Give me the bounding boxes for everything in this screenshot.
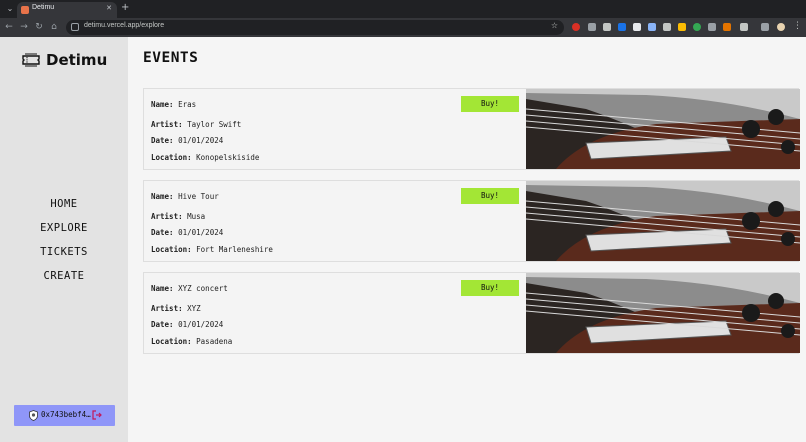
app-viewport: Detimu HOME EXPLORE TICKETS CREATE 0x743… [0,37,806,442]
artist-label: Artist: [151,120,183,129]
nav-create[interactable]: CREATE [0,266,128,290]
profile-avatar[interactable] [777,23,785,31]
favicon-icon [21,6,29,14]
event-location-row: Location: Konopelskiside [151,153,259,162]
home-icon[interactable]: ⌂ [48,21,60,33]
browser-tabstrip: ⌄ Detimu ✕ + [0,0,806,18]
event-location-row: Location: Pasadena [151,337,232,346]
wallet-address: 0x743bebf4… [41,410,91,419]
extension-icon[interactable] [723,23,731,31]
event-date-row: Date: 01/01/2024 [151,136,223,145]
nav-tickets[interactable]: TICKETS [0,242,128,266]
event-image [526,181,800,261]
page-title: EVENTS [143,50,199,66]
extension-icon[interactable] [693,23,701,31]
wallet-shield-icon [29,410,38,421]
event-date: 01/01/2024 [178,320,224,329]
site-info-icon[interactable] [71,23,79,31]
event-name-row: Name: XYZ concert [151,284,228,293]
extension-icon[interactable] [572,23,580,31]
name-label: Name: [151,192,174,201]
event-name-row: Name: Eras [151,100,196,109]
event-card: Name: Eras Artist: Taylor Swift Date: 01… [143,88,800,170]
event-artist: Musa [187,212,206,221]
tab-search-icon[interactable]: ⌄ [4,3,16,15]
event-artist-row: Artist: Musa [151,212,205,221]
bookmark-star-icon[interactable]: ☆ [551,21,558,30]
tab-title: Detimu [32,4,55,11]
buy-button[interactable]: Buy! [461,188,519,204]
event-image [526,273,800,353]
extension-icon[interactable] [618,23,626,31]
location-label: Location: [151,337,192,346]
extension-icon[interactable] [678,23,686,31]
buy-button[interactable]: Buy! [461,96,519,112]
event-date-row: Date: 01/01/2024 [151,228,223,237]
reload-icon[interactable]: ↻ [33,21,45,33]
name-label: Name: [151,284,174,293]
event-artist: XYZ [187,304,201,313]
url-text: detimu.vercel.app/explore [84,22,165,29]
event-name-row: Name: Hive Tour [151,192,219,201]
browser-toolbar: ← → ↻ ⌂ detimu.vercel.app/explore ☆ ⋮ [0,18,806,37]
buy-button[interactable]: Buy! [461,280,519,296]
event-date: 01/01/2024 [178,228,224,237]
event-date: 01/01/2024 [178,136,224,145]
date-label: Date: [151,320,174,329]
main-content: EVENTS Name: Eras Artist: Taylor Swift D… [143,37,806,442]
nav-explore[interactable]: EXPLORE [0,218,128,242]
artist-label: Artist: [151,304,183,313]
event-location: Konopelskiside [196,153,260,162]
location-label: Location: [151,245,192,254]
artist-label: Artist: [151,212,183,221]
browser-tab[interactable]: Detimu ✕ [17,2,117,18]
event-name: Eras [178,100,197,109]
event-artist: Taylor Swift [187,120,242,129]
address-bar[interactable]: detimu.vercel.app/explore ☆ [66,20,564,35]
ticket-logo-icon [22,53,40,67]
event-name: XYZ concert [178,284,228,293]
extension-icon[interactable] [663,23,671,31]
wallet-button[interactable]: 0x743bebf4… [14,405,115,426]
date-label: Date: [151,228,174,237]
event-location: Fort Marleneshire [196,245,273,254]
location-label: Location: [151,153,192,162]
event-artist-row: Artist: XYZ [151,304,201,313]
event-name: Hive Tour [178,192,219,201]
close-tab-icon[interactable]: ✕ [106,4,112,12]
main-nav: HOME EXPLORE TICKETS CREATE [0,194,128,290]
back-icon[interactable]: ← [3,21,15,33]
sidepanel-icon[interactable] [761,23,769,31]
extension-icon[interactable] [588,23,596,31]
forward-icon[interactable]: → [18,21,30,33]
event-image [526,89,800,169]
extension-icon[interactable] [708,23,716,31]
date-label: Date: [151,136,174,145]
extension-icon[interactable] [603,23,611,31]
logo[interactable]: Detimu [22,50,107,70]
event-artist-row: Artist: Taylor Swift [151,120,241,129]
event-card: Name: Hive Tour Artist: Musa Date: 01/01… [143,180,800,262]
event-location-row: Location: Fort Marleneshire [151,245,273,254]
browser-menu-icon[interactable]: ⋮ [793,21,802,31]
event-location: Pasadena [196,337,233,346]
brand-name: Detimu [46,51,108,69]
name-label: Name: [151,100,174,109]
extension-icon[interactable] [648,23,656,31]
logout-icon[interactable] [92,410,102,420]
new-tab-icon[interactable]: + [121,2,129,13]
nav-home[interactable]: HOME [0,194,128,218]
event-card: Name: XYZ concert Artist: XYZ Date: 01/0… [143,272,800,354]
extension-icon[interactable] [633,23,641,31]
sidebar: Detimu HOME EXPLORE TICKETS CREATE 0x743… [0,37,128,442]
event-date-row: Date: 01/01/2024 [151,320,223,329]
extensions-puzzle-icon[interactable] [740,23,748,31]
